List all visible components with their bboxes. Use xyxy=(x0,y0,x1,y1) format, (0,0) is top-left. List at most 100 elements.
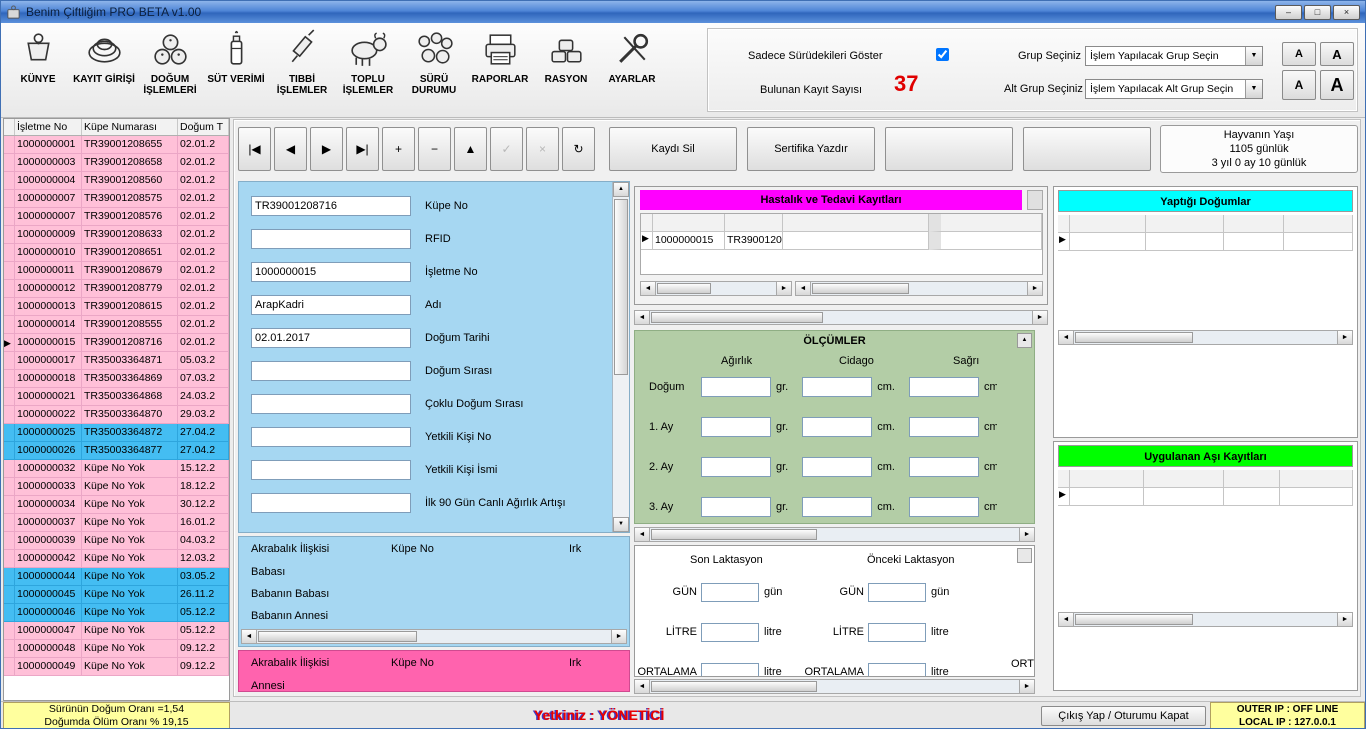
window-control-button[interactable]: □ xyxy=(1304,5,1331,20)
scroll-right-icon[interactable] xyxy=(1337,613,1352,626)
animal-table-row[interactable]: 1000000010 TR39001208651 02.01.2 xyxy=(4,244,229,262)
animal-table-row[interactable]: 1000000018 TR35003364869 07.03.2 xyxy=(4,370,229,388)
show-only-herd-checkbox[interactable] xyxy=(936,48,949,61)
animal-table-row[interactable]: 1000000015 TR39001208716 02.01.2 xyxy=(4,334,229,352)
withers-input[interactable] xyxy=(802,417,872,437)
rump-input[interactable] xyxy=(909,457,979,477)
horizontal-scrollbar[interactable] xyxy=(634,679,1035,694)
scrollbar-thumb[interactable] xyxy=(1075,614,1193,625)
toolbar-item-kunye[interactable]: KÜNYE xyxy=(5,25,71,115)
nav-button[interactable]: ✓ xyxy=(490,127,523,171)
health-column-header[interactable] xyxy=(725,214,783,232)
form-input[interactable] xyxy=(251,394,411,414)
column-kupe-numarasi[interactable]: Küpe Numarası xyxy=(82,119,178,135)
weight-input[interactable] xyxy=(701,457,771,477)
form-input[interactable] xyxy=(251,295,411,315)
action-button[interactable] xyxy=(1023,127,1151,171)
subgroup-select[interactable]: İşlem Yapılacak Alt Grup Seçin ▼ xyxy=(1085,79,1263,99)
nav-button[interactable]: × xyxy=(526,127,559,171)
births-column-header[interactable] xyxy=(1224,215,1284,233)
animal-table-row[interactable]: 1000000047 Küpe No Yok 05.12.2 xyxy=(4,622,229,640)
scroll-right-icon[interactable] xyxy=(1032,311,1047,324)
window-control-button[interactable]: – xyxy=(1275,5,1302,20)
form-input[interactable] xyxy=(251,460,411,480)
previous-lactation-input[interactable] xyxy=(868,663,926,678)
scrollbar-thumb[interactable] xyxy=(651,312,823,323)
scroll-left-icon[interactable] xyxy=(242,630,257,643)
font-size-button[interactable]: A xyxy=(1320,70,1354,100)
form-input[interactable] xyxy=(251,196,411,216)
animal-table-row[interactable]: 1000000037 Küpe No Yok 16.01.2 xyxy=(4,514,229,532)
animal-table-row[interactable]: 1000000013 TR39001208615 02.01.2 xyxy=(4,298,229,316)
animal-table-row[interactable]: 1000000017 TR35003364871 05.03.2 xyxy=(4,352,229,370)
weight-input[interactable] xyxy=(701,497,771,517)
nav-button[interactable]: ↻ xyxy=(562,127,595,171)
scrollbar-thumb[interactable] xyxy=(614,199,628,375)
horizontal-scrollbar[interactable] xyxy=(1058,330,1353,345)
nav-button[interactable]: ▲ xyxy=(454,127,487,171)
horizontal-scrollbar[interactable] xyxy=(795,281,1043,296)
scroll-up-icon[interactable]: ▲ xyxy=(1017,333,1032,348)
animal-table-row[interactable]: 1000000022 TR35003364870 29.03.2 xyxy=(4,406,229,424)
font-size-button[interactable]: A xyxy=(1282,70,1316,100)
animal-table-row[interactable]: 1000000042 Küpe No Yok 12.03.2 xyxy=(4,550,229,568)
form-input[interactable] xyxy=(251,361,411,381)
animal-table-row[interactable]: 1000000001 TR39001208655 02.01.2 xyxy=(4,136,229,154)
horizontal-scrollbar[interactable] xyxy=(241,629,627,644)
animal-table-row[interactable]: 1000000039 Küpe No Yok 04.03.2 xyxy=(4,532,229,550)
scroll-left-icon[interactable] xyxy=(796,282,811,295)
animal-table-row[interactable]: 1000000009 TR39001208633 02.01.2 xyxy=(4,226,229,244)
scroll-right-icon[interactable] xyxy=(611,630,626,643)
form-input[interactable] xyxy=(251,328,411,348)
scrollbar-thumb[interactable] xyxy=(657,283,711,294)
action-button[interactable] xyxy=(885,127,1013,171)
animal-table-row[interactable]: 1000000045 Küpe No Yok 26.11.2 xyxy=(4,586,229,604)
health-column-header[interactable] xyxy=(783,214,929,232)
scrollbar-thumb[interactable] xyxy=(651,681,817,692)
action-button[interactable]: Sertifika Yazdır xyxy=(747,127,875,171)
health-column-header[interactable] xyxy=(653,214,725,232)
health-grid-row[interactable]: 1000000015 TR3900120 xyxy=(641,232,1042,250)
nav-button[interactable]: |◀ xyxy=(238,127,271,171)
scroll-left-icon[interactable] xyxy=(641,282,656,295)
column-dogum-tarihi[interactable]: Doğum T xyxy=(178,119,229,135)
rump-input[interactable] xyxy=(909,417,979,437)
withers-input[interactable] xyxy=(802,497,872,517)
scrollbar-thumb[interactable] xyxy=(651,529,817,540)
nav-button[interactable]: − xyxy=(418,127,451,171)
form-input[interactable] xyxy=(251,493,411,513)
nav-button[interactable]: + xyxy=(382,127,415,171)
previous-lactation-input[interactable] xyxy=(868,583,926,602)
scroll-right-icon[interactable] xyxy=(776,282,791,295)
vaccines-grid-row[interactable] xyxy=(1058,488,1353,506)
last-lactation-input[interactable] xyxy=(701,583,759,602)
animal-table-row[interactable]: 1000000048 Küpe No Yok 09.12.2 xyxy=(4,640,229,658)
animal-table-row[interactable]: 1000000003 TR39001208658 02.01.2 xyxy=(4,154,229,172)
scroll-left-icon[interactable] xyxy=(1059,331,1074,344)
scroll-left-icon[interactable] xyxy=(635,680,650,693)
logout-button[interactable]: Çıkış Yap / Oturumu Kapat xyxy=(1041,706,1206,726)
horizontal-scrollbar[interactable] xyxy=(640,281,792,296)
vaccines-column-header[interactable] xyxy=(1224,470,1280,488)
animal-table-row[interactable]: 1000000026 TR35003364877 27.04.2 xyxy=(4,442,229,460)
toolbar-item-suru-durumu[interactable]: SÜRÜ DURUMU xyxy=(401,25,467,115)
scroll-left-icon[interactable] xyxy=(635,311,650,324)
horizontal-scrollbar[interactable] xyxy=(634,527,1035,542)
withers-input[interactable] xyxy=(802,457,872,477)
form-input[interactable] xyxy=(251,262,411,282)
toolbar-item-tibbi-islemler[interactable]: TIBBİ İŞLEMLER xyxy=(269,25,335,115)
scrollbar-thumb[interactable] xyxy=(258,631,417,642)
form-input[interactable] xyxy=(251,229,411,249)
toolbar-item-ayarlar[interactable]: AYARLAR xyxy=(599,25,665,115)
horizontal-scrollbar[interactable] xyxy=(634,310,1048,325)
vaccines-column-header[interactable] xyxy=(1280,470,1353,488)
animal-table-row[interactable]: 1000000049 Küpe No Yok 09.12.2 xyxy=(4,658,229,676)
toolbar-item-toplu-islemler[interactable]: TOPLU İŞLEMLER xyxy=(335,25,401,115)
font-size-button[interactable]: A xyxy=(1282,42,1316,66)
animal-table-row[interactable]: 1000000004 TR39001208560 02.01.2 xyxy=(4,172,229,190)
scroll-down-icon[interactable]: ▼ xyxy=(613,517,629,532)
births-column-header[interactable] xyxy=(1070,215,1146,233)
form-input[interactable] xyxy=(251,427,411,447)
animal-table-row[interactable]: 1000000012 TR39001208779 02.01.2 xyxy=(4,280,229,298)
animal-table-row[interactable]: 1000000046 Küpe No Yok 05.12.2 xyxy=(4,604,229,622)
